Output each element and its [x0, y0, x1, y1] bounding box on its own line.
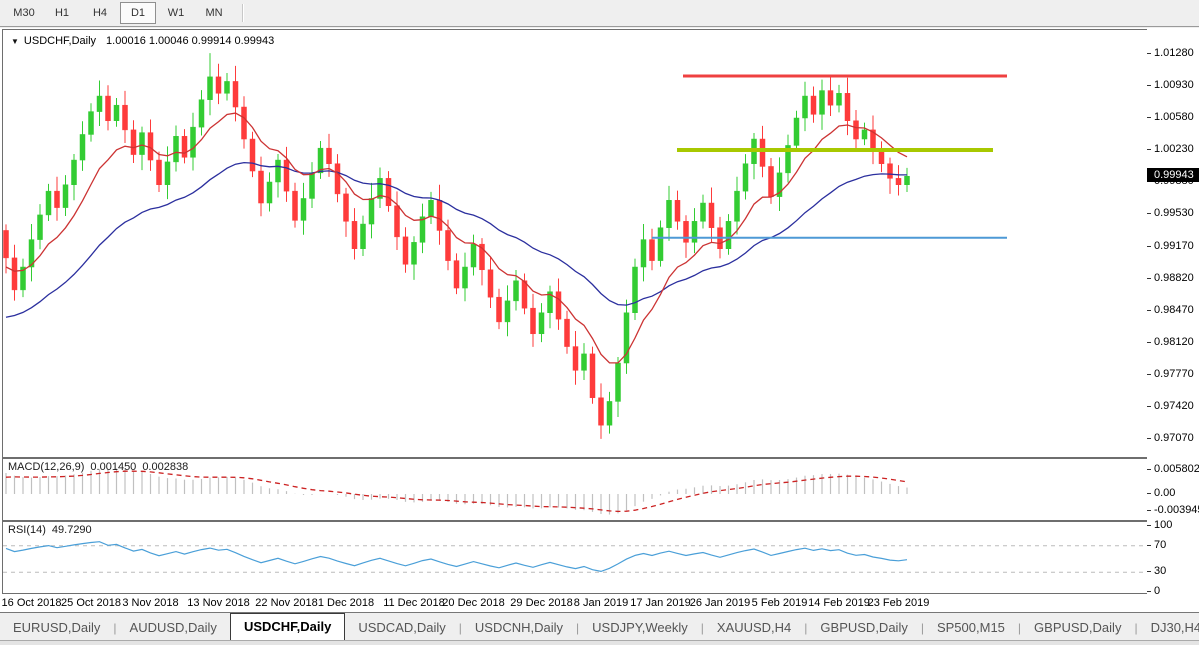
price-tick-label: 0.99530 — [1154, 207, 1194, 219]
price-tick-label-dash — [1147, 374, 1151, 375]
rsi-label: RSI(14) 49.7290 — [8, 524, 98, 536]
date-axis-label: 26 Jan 2019 — [690, 597, 751, 609]
chart-title: ▼ USDCHF,Daily 1.00016 1.00046 0.99914 0.9… — [11, 35, 274, 47]
rsi-tick-label-dash — [1147, 591, 1151, 592]
price-tick-label: 0.98470 — [1154, 304, 1194, 316]
price-tick-label-dash — [1147, 246, 1151, 247]
timeframe-button-w1[interactable]: W1 — [158, 2, 194, 24]
macd-tick-label: 0.00 — [1154, 487, 1175, 499]
tab-gbpusd-daily[interactable]: GBPUSD,Daily — [807, 616, 920, 640]
rsi-tick-label: 70 — [1154, 539, 1166, 551]
price-tick-label-dash — [1147, 117, 1151, 118]
candlestick-chart[interactable] — [3, 30, 1147, 457]
rsi-tick-label-dash — [1147, 545, 1151, 546]
tab-usdjpy-weekly[interactable]: USDJPY,Weekly — [579, 616, 701, 640]
price-tick-label-dash — [1147, 310, 1151, 311]
price-tick-label: 0.97420 — [1154, 400, 1194, 412]
timeframe-button-h4[interactable]: H4 — [82, 2, 118, 24]
rsi-indicator-chart[interactable] — [3, 522, 1147, 593]
timeframe-button-d1[interactable]: D1 — [120, 2, 156, 24]
price-tick-label: 1.00930 — [1154, 79, 1194, 91]
macd-signal-value: 0.002838 — [142, 461, 188, 473]
current-price-tag: 0.99943 — [1147, 168, 1199, 182]
toolbar-separator — [242, 4, 244, 22]
rsi-pane[interactable]: RSI(14) 49.7290 — [2, 521, 1148, 594]
macd-tick-label: 0.005802 — [1154, 463, 1199, 475]
price-tick-label-dash — [1147, 438, 1151, 439]
date-axis-label: 11 Dec 2018 — [383, 597, 445, 609]
date-axis-label: 29 Dec 2018 — [510, 597, 572, 609]
tab-usdcnh-daily[interactable]: USDCNH,Daily — [462, 616, 576, 640]
date-axis-label: 20 Dec 2018 — [442, 597, 504, 609]
rsi-tick-label: 0 — [1154, 585, 1160, 597]
price-tick-label: 0.98120 — [1154, 336, 1194, 348]
date-axis-label: 22 Nov 2018 — [255, 597, 317, 609]
date-axis-label: 8 Jan 2019 — [574, 597, 628, 609]
chart-ohlc-values: 1.00016 1.00046 0.99914 0.99943 — [106, 35, 274, 47]
date-axis-label: 23 Feb 2019 — [868, 597, 930, 609]
price-tick-label-dash — [1147, 406, 1151, 407]
tab-eurusd-daily[interactable]: EURUSD,Daily — [0, 616, 113, 640]
date-axis-label: 25 Oct 2018 — [61, 597, 121, 609]
price-scale[interactable]: 1.012801.009301.005801.002300.998800.995… — [1147, 28, 1199, 612]
rsi-tick-label: 100 — [1154, 519, 1172, 531]
tab-sp500-m15[interactable]: SP500,M15 — [924, 616, 1018, 640]
date-axis-label: 5 Feb 2019 — [752, 597, 808, 609]
tab-usdchf-daily[interactable]: USDCHF,Daily — [230, 613, 345, 640]
rsi-name: RSI(14) — [8, 524, 46, 536]
date-axis-label: 13 Nov 2018 — [187, 597, 249, 609]
main-chart-pane[interactable]: ▼ USDCHF,Daily 1.00016 1.00046 0.99914 0.9… — [2, 29, 1148, 458]
price-tick-label: 1.00230 — [1154, 143, 1194, 155]
rsi-tick-label-dash — [1147, 571, 1151, 572]
macd-tick-label: -0.003945 — [1154, 504, 1199, 516]
date-axis-label: 17 Jan 2019 — [630, 597, 691, 609]
price-tick-label-dash — [1147, 342, 1151, 343]
macd-tick-label-dash — [1147, 493, 1151, 494]
price-tick-label: 1.01280 — [1154, 47, 1194, 59]
tab-dj30-h4[interactable]: DJ30,H4 — [1138, 616, 1199, 640]
macd-tick-label-dash — [1147, 510, 1151, 511]
price-tick-label-dash — [1147, 213, 1151, 214]
chart-tabs-bar: EURUSD,Daily|AUDUSD,DailyUSDCHF,DailyUSD… — [0, 612, 1199, 640]
macd-label: MACD(12,26,9) 0.001450 0.002838 — [8, 461, 194, 473]
time-axis[interactable]: 16 Oct 201825 Oct 20183 Nov 2018 13 Nov 2… — [2, 596, 1146, 612]
price-tick-label: 0.97070 — [1154, 432, 1194, 444]
timeframe-button-m30[interactable]: M30 — [6, 2, 42, 24]
price-tick-label: 1.00580 — [1154, 111, 1194, 123]
price-tick-label-dash — [1147, 149, 1151, 150]
price-tick-label-dash — [1147, 85, 1151, 86]
tab-usdcad-daily[interactable]: USDCAD,Daily — [345, 616, 458, 640]
macd-main-value: 0.001450 — [90, 461, 136, 473]
status-strip — [0, 640, 1199, 645]
date-axis-label: 14 Feb 2019 — [808, 597, 870, 609]
macd-name: MACD(12,26,9) — [8, 461, 84, 473]
price-tick-label: 0.99170 — [1154, 240, 1194, 252]
chart-window[interactable]: ▼ USDCHF,Daily 1.00016 1.00046 0.99914 0.9… — [0, 28, 1199, 612]
tab-gbpusd-daily[interactable]: GBPUSD,Daily — [1021, 616, 1134, 640]
macd-pane[interactable]: MACD(12,26,9) 0.001450 0.002838 — [2, 458, 1148, 521]
price-tick-label: 0.98820 — [1154, 272, 1194, 284]
timeframe-button-mn[interactable]: MN — [196, 2, 232, 24]
chart-symbol-label: USDCHF,Daily — [24, 35, 96, 47]
chart-dropdown-icon[interactable]: ▼ — [11, 37, 19, 46]
rsi-tick-label-dash — [1147, 525, 1151, 526]
rsi-tick-label: 30 — [1154, 565, 1166, 577]
rsi-value: 49.7290 — [52, 524, 92, 536]
macd-tick-label-dash — [1147, 469, 1151, 470]
tab-audusd-daily[interactable]: AUDUSD,Daily — [117, 616, 230, 640]
timeframe-toolbar: M30H1H4D1W1MN — [0, 0, 1199, 27]
price-tick-label-dash — [1147, 278, 1151, 279]
price-tick-label-dash — [1147, 53, 1151, 54]
trading-terminal-window: M30H1H4D1W1MN ▼ USDCHF,Daily 1.00016 1.000… — [0, 0, 1199, 645]
tab-xauusd-h4[interactable]: XAUUSD,H4 — [704, 616, 804, 640]
date-axis-label: 16 Oct 2018 — [2, 597, 62, 609]
date-axis-label: 1 Dec 2018 — [318, 597, 374, 609]
timeframe-button-h1[interactable]: H1 — [44, 2, 80, 24]
price-tick-label: 0.97770 — [1154, 368, 1194, 380]
date-axis-label: 3 Nov 2018 — [122, 597, 178, 609]
